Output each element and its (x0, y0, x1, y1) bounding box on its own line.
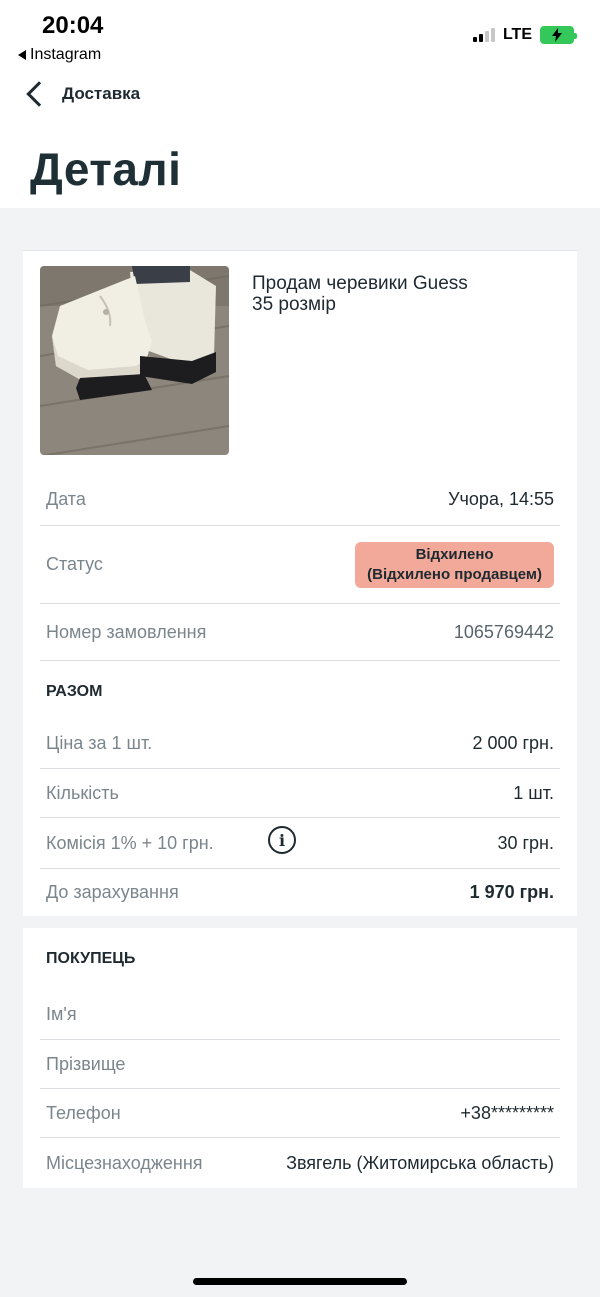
buyer-location-value: Звягель (Житомирська область) (286, 1152, 554, 1173)
back-button[interactable]: Доставка (24, 81, 141, 107)
date-row: Дата Учора, 14:55 (40, 473, 560, 526)
back-triangle-icon (18, 50, 26, 60)
date-value: Учора, 14:55 (448, 488, 554, 509)
payout-value: 1 970 грн. (469, 881, 554, 902)
page-title: Деталі (30, 143, 182, 195)
chevron-left-icon (26, 81, 52, 107)
quantity-value: 1 шт. (513, 782, 554, 803)
buyer-surname-label: Прізвище (46, 1053, 126, 1074)
price-row: Ціна за 1 шт. 2 000 грн. (40, 719, 560, 769)
fee-label: Комісія 1% + 10 грн. (46, 832, 214, 853)
product[interactable] (40, 266, 229, 455)
order-number-row: Номер замовлення 1065769442 (40, 604, 560, 661)
quantity-label: Кількість (46, 782, 119, 803)
network-label: LTE (502, 26, 532, 43)
fee-row: Комісія 1% + 10 грн. i 30 грн. (40, 818, 560, 869)
battery-charging-icon (540, 26, 577, 44)
date-label: Дата (46, 488, 86, 509)
buyer-location-label: Місцезнаходження (46, 1152, 203, 1173)
product-title[interactable]: Продам черевики Guess 35 розмір (252, 273, 552, 315)
price-label: Ціна за 1 шт. (46, 733, 153, 753)
product-title-line-2: 35 розмір (252, 294, 336, 315)
product-photo[interactable] (40, 266, 229, 455)
fee-value: 30 грн. (497, 832, 554, 853)
status-row: Статус Відхилено (Відхилено продавцем) (40, 526, 560, 604)
status-bar: 20:04 Instagram LTE (0, 0, 600, 70)
buyer-location-row: Місцезнаходження Звягель (Житомирська об… (40, 1138, 560, 1188)
back-app-label: Instagram (30, 46, 102, 63)
buyer-phone-row: Телефон +38********* (40, 1089, 560, 1138)
buyer-section-title: ПОКУПЕЦЬ (46, 950, 136, 967)
payout-row: До зарахування 1 970 грн. (40, 869, 560, 915)
status-badge-line-1: Відхилено (415, 545, 494, 563)
info-icon[interactable]: i (268, 826, 296, 854)
buyer-phone-value: +38********* (460, 1102, 554, 1123)
order-number-label: Номер замовлення (46, 621, 207, 642)
total-section-title: РАЗОМ (46, 683, 103, 700)
status-time: 20:04 (42, 12, 104, 39)
buyer-name-label: Ім'я (46, 1004, 77, 1024)
status-indicators: LTE (472, 26, 577, 44)
order-number-value: 1065769442 (453, 621, 554, 642)
buyer-surname-row: Прізвище (40, 1040, 560, 1089)
product-title-line-1: Продам черевики Guess (252, 273, 468, 294)
price-value: 2 000 грн. (472, 733, 554, 753)
status-label: Статус (46, 554, 103, 574)
header: 20:04 Instagram LTE Доставка Деталі (0, 0, 600, 208)
home-indicator[interactable] (193, 1278, 407, 1285)
payout-label: До зарахування (46, 881, 179, 902)
order-details-card: Продам черевики Guess 35 розмір Дата Учо… (23, 250, 577, 916)
status-badge: Відхилено (Відхилено продавцем) (355, 541, 554, 588)
status-badge-line-2: (Відхилено продавцем) (367, 565, 542, 583)
buyer-name-row: Ім'я (40, 990, 560, 1040)
buyer-phone-label: Телефон (46, 1102, 121, 1123)
buyer-card: ПОКУПЕЦЬ Ім'я Прізвище Телефон +38******… (23, 928, 577, 1188)
signal-icon (472, 28, 495, 42)
back-button-label: Доставка (62, 84, 141, 103)
quantity-row: Кількість 1 шт. (40, 769, 560, 818)
back-to-app-link[interactable]: Instagram (18, 46, 101, 64)
